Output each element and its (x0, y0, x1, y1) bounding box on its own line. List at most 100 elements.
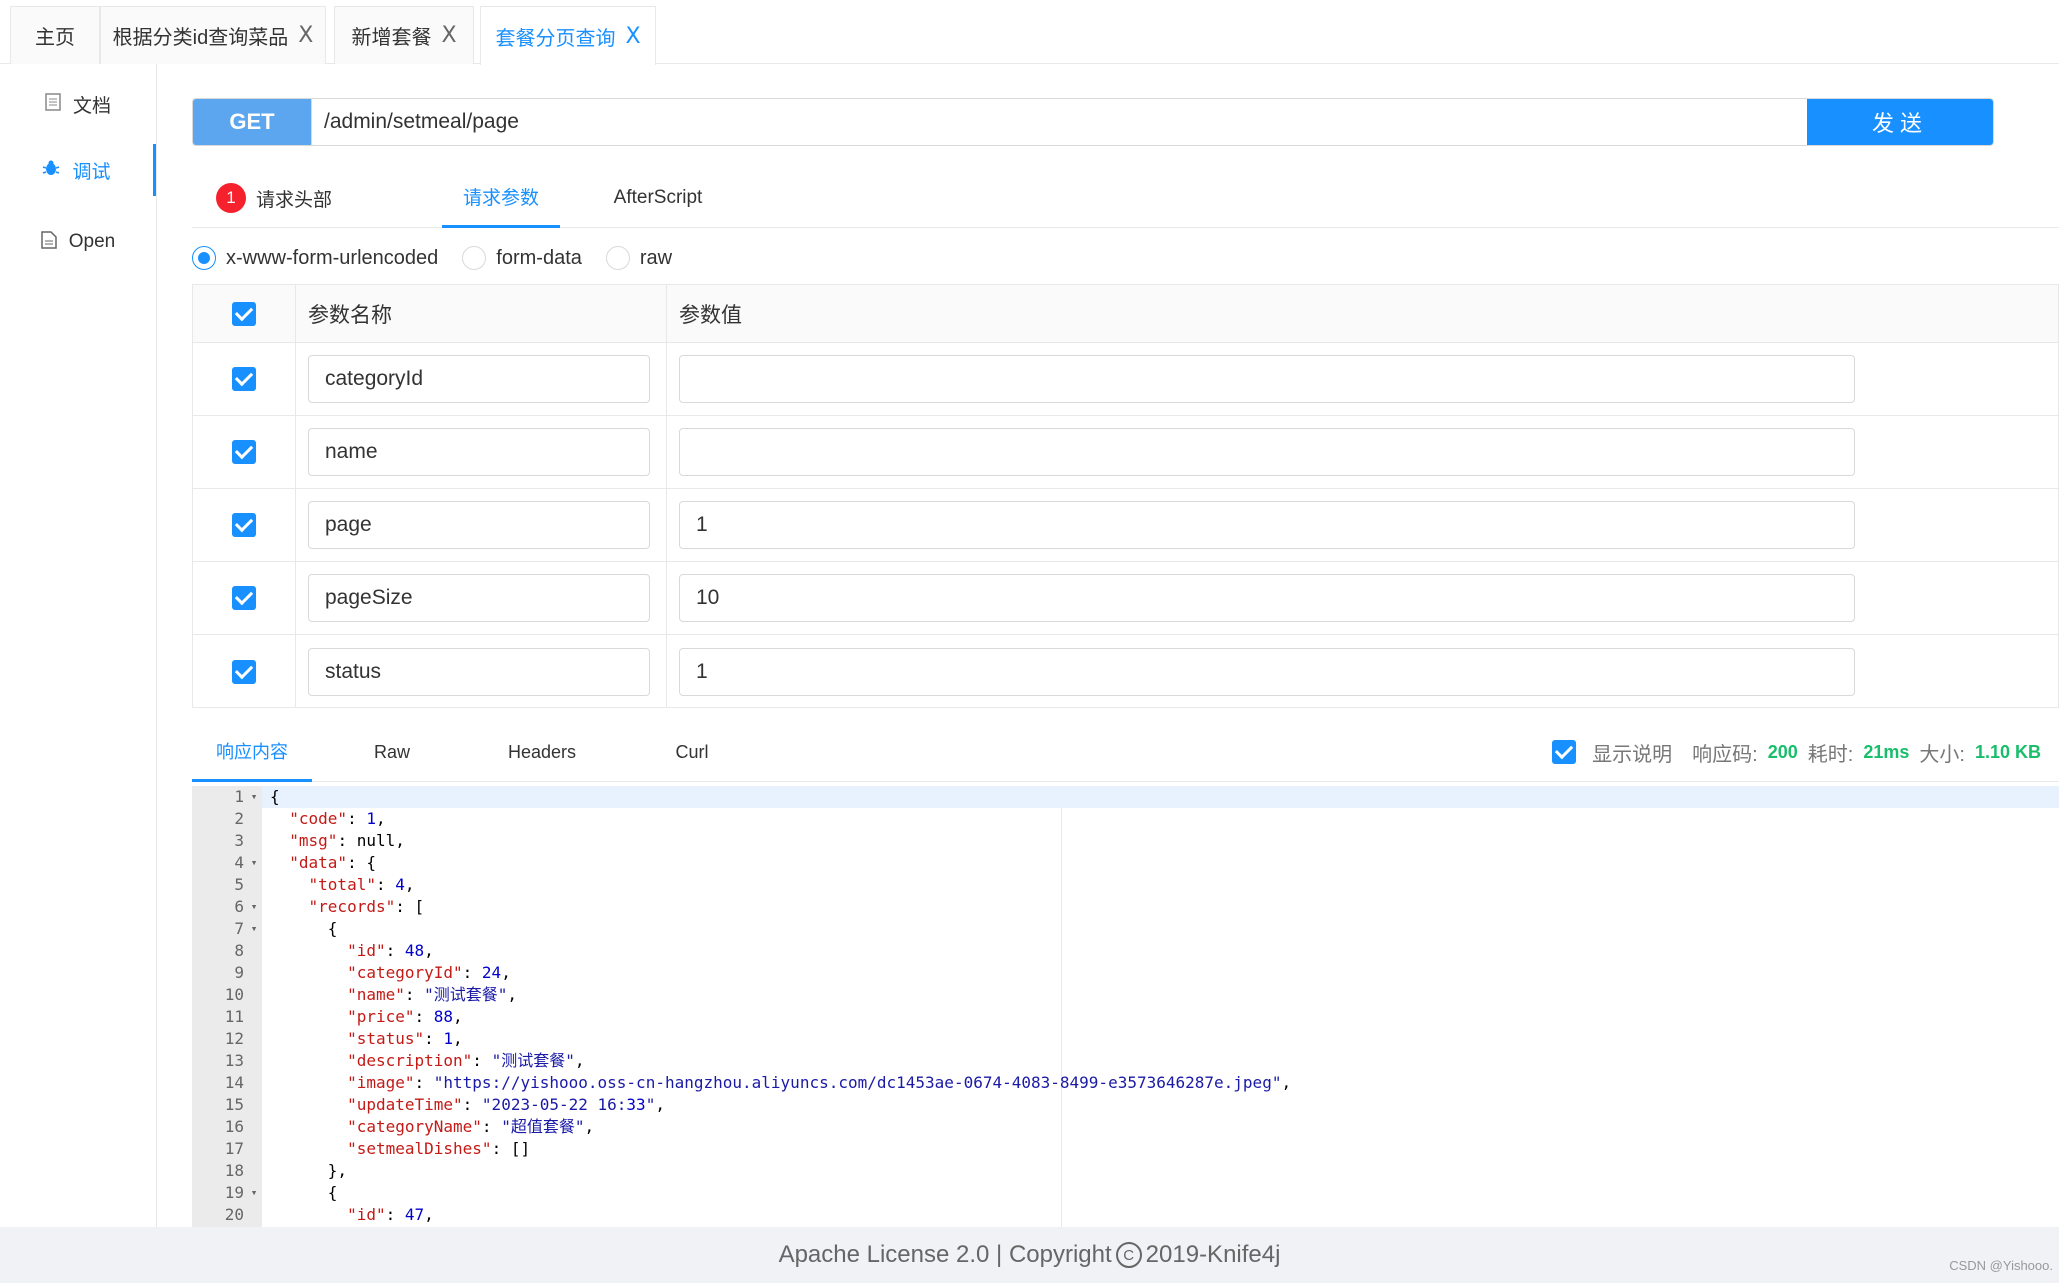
tab-afterscript[interactable]: AfterScript (588, 168, 728, 228)
fold-toggle-icon[interactable]: ▾ (248, 896, 260, 918)
code-line: 12 "status": 1, (192, 1028, 2059, 1050)
code-line: 13 "description": "测试套餐", (192, 1050, 2059, 1072)
line-number: 15 (224, 1095, 244, 1114)
url-input[interactable]: /admin/setmeal/page (311, 99, 1811, 145)
license-text: Apache License 2.0 | Copyright (778, 1241, 1112, 1268)
sidebar-item-docs[interactable]: 文档 (0, 78, 156, 130)
status-code-value: 200 (1767, 741, 1798, 762)
sidebar-item-open[interactable]: Open (0, 216, 156, 268)
time-value: 21ms (1863, 741, 1910, 762)
param-value-input[interactable] (679, 355, 1855, 403)
tab-label: 响应内容 (216, 741, 288, 762)
row-checkbox[interactable] (232, 440, 256, 464)
tab-response-headers[interactable]: Headers (492, 722, 592, 782)
close-icon[interactable]: X (441, 23, 456, 48)
radio-form-data[interactable]: form-data (462, 246, 582, 270)
fold-toggle-icon[interactable]: ▾ (248, 1182, 260, 1204)
select-all-cell (193, 285, 296, 342)
param-name-input[interactable]: status (308, 647, 650, 696)
radio-urlencoded[interactable]: x-www-form-urlencoded (192, 246, 438, 270)
fold-toggle-icon[interactable]: ▾ (248, 786, 260, 808)
tab-setmeal-page[interactable]: 套餐分页查询 X (480, 6, 656, 65)
sidebar-item-label: 调试 (72, 161, 111, 183)
request-url-bar: GET /admin/setmeal/page 发送 (192, 98, 1994, 146)
param-name-input[interactable]: pageSize (308, 574, 650, 622)
line-number: 3 (234, 831, 244, 850)
param-value-input[interactable] (679, 428, 1855, 476)
tab-response-raw[interactable]: Raw (352, 722, 432, 782)
param-value-cell (667, 416, 2059, 488)
code-line: 9 "categoryId": 24, (192, 962, 2059, 984)
fold-toggle-icon[interactable]: ▾ (248, 852, 260, 874)
row-checkbox[interactable] (232, 513, 256, 537)
line-number: 1 (234, 787, 244, 806)
row-checkbox[interactable] (232, 586, 256, 610)
line-number: 14 (224, 1073, 244, 1092)
count-badge: 1 (216, 183, 246, 213)
tab-home[interactable]: 主页 (10, 6, 100, 64)
table-row: name 删除 (193, 416, 2059, 489)
tab-request-headers[interactable]: 1 请求头部 (216, 168, 332, 228)
tab-label: 新增套餐 (351, 27, 432, 49)
radio-unchecked-icon (462, 246, 487, 270)
line-number: 2 (234, 809, 244, 828)
send-button[interactable]: 发送 (1807, 99, 1993, 145)
close-icon[interactable]: X (298, 23, 313, 48)
code-text: "data": { (289, 853, 376, 872)
copyright-icon: C (1115, 1242, 1142, 1268)
show-description-checkbox[interactable] (1552, 740, 1577, 764)
code-line: 5 "total": 4, (192, 874, 2059, 896)
code-line: 14 "image": "https://yishooo.oss-cn-hang… (192, 1072, 2059, 1094)
row-checkbox-cell (193, 416, 296, 488)
param-name-input[interactable]: categoryId (308, 355, 650, 403)
response-code-editor[interactable]: 1 ▾{2 "code": 1, 3 "msg": null, 4 ▾ "data": … (192, 786, 2059, 1227)
param-name-cell: page (296, 489, 667, 561)
radio-label: raw (639, 246, 673, 269)
radio-checked-icon (192, 246, 216, 270)
tab-response-curl[interactable]: Curl (652, 722, 732, 782)
select-all-checkbox[interactable] (232, 301, 256, 326)
tab-label: 请求头部 (256, 189, 333, 211)
code-text: "setmealDishes": [] (347, 1139, 531, 1158)
fold-toggle-icon[interactable]: ▾ (248, 918, 260, 940)
radio-label: form-data (496, 246, 582, 269)
line-number: 11 (224, 1007, 244, 1026)
size-label: 大小: (1919, 743, 1965, 766)
param-value-input[interactable]: 10 (679, 574, 1855, 622)
code-line: 3 "msg": null, (192, 830, 2059, 852)
sidebar-item-debug[interactable]: 调试 (0, 144, 156, 196)
param-value-input[interactable]: 1 (679, 647, 1855, 696)
code-line: 7 ▾ { (192, 918, 2059, 940)
param-name-cell: name (296, 416, 667, 488)
param-value-input[interactable]: 1 (679, 501, 1855, 549)
row-checkbox[interactable] (232, 367, 256, 391)
tab-query-dishes[interactable]: 根据分类id查询菜品 X (100, 6, 326, 64)
table-row: categoryId 删除 (193, 343, 2059, 416)
tab-response-content[interactable]: 响应内容 (192, 722, 312, 782)
http-method-select[interactable]: GET (193, 99, 311, 145)
tab-label: 主页 (35, 27, 75, 49)
tab-add-setmeal[interactable]: 新增套餐 X (334, 6, 474, 64)
row-checkbox[interactable] (232, 659, 256, 684)
code-line: 2 "code": 1, (192, 808, 2059, 830)
radio-unchecked-icon (605, 246, 630, 270)
line-number: 19 (224, 1183, 244, 1202)
radio-raw[interactable]: raw (605, 246, 673, 270)
params-table: 参数名称 参数值 操作 categoryId 删除 name 删除 page 1… (192, 284, 2059, 708)
tab-request-params[interactable]: 请求参数 (442, 168, 560, 228)
code-line: 10 "name": "测试套餐", (192, 984, 2059, 1006)
code-text: "name": "测试套餐", (347, 985, 518, 1004)
code-line: 8 "id": 48, (192, 940, 2059, 962)
code-text: { (270, 919, 338, 938)
tab-label: Raw (373, 741, 410, 762)
code-line: 19 ▾ { (192, 1182, 2059, 1204)
tab-label: Curl (675, 741, 709, 762)
watermark: CSDN @Yishooo. (1949, 1258, 2053, 1273)
close-icon[interactable]: X (625, 24, 640, 49)
sidebar-item-label: Open (68, 231, 116, 252)
table-row: page 1 删除 (193, 489, 2059, 562)
param-name-input[interactable]: name (308, 428, 650, 476)
param-name-input[interactable]: page (308, 501, 650, 549)
code-text: "categoryName": "超值套餐", (347, 1117, 595, 1136)
code-line: 20 "id": 47, (192, 1204, 2059, 1226)
